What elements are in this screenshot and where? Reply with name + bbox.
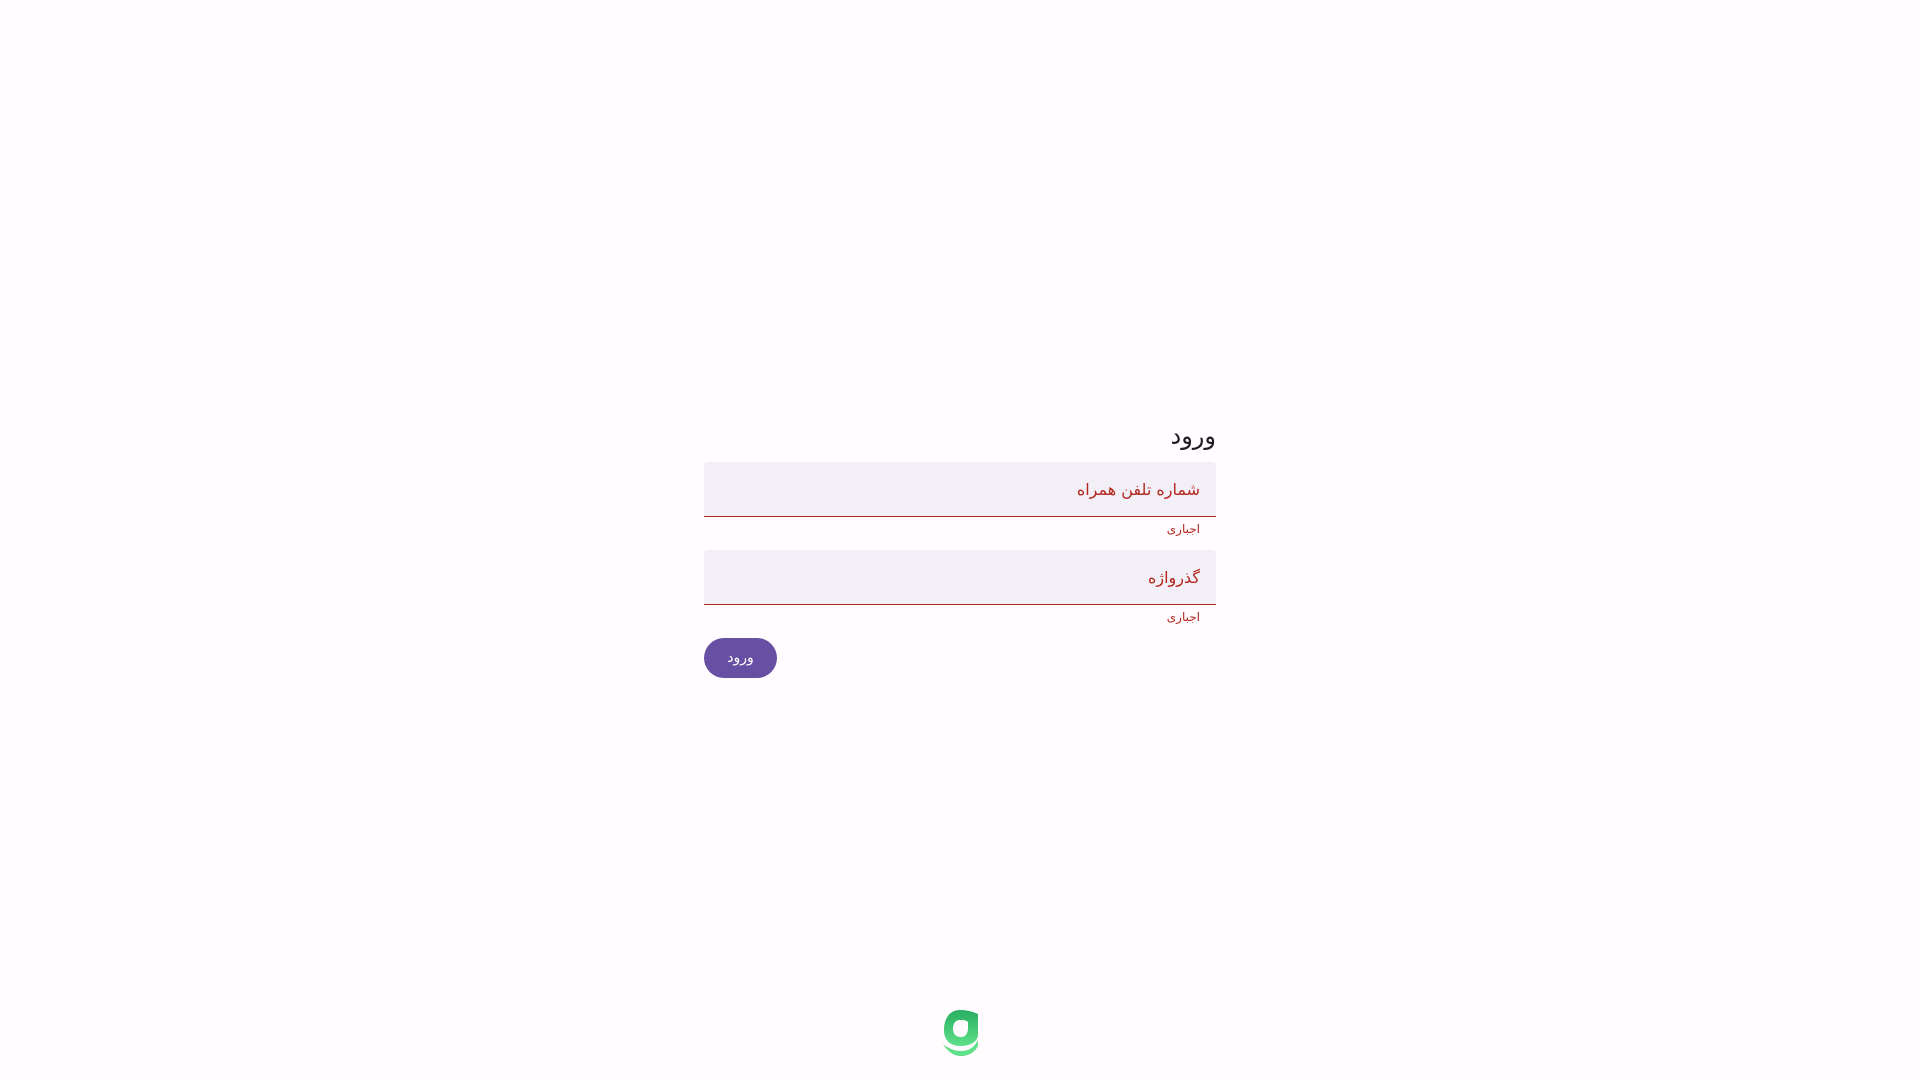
password-field: اجباری: [704, 550, 1216, 638]
phone-input[interactable]: [720, 462, 1200, 516]
brand-logo-graphic: [943, 1010, 978, 1056]
page-title: ورود: [1170, 422, 1216, 450]
password-field-box[interactable]: [704, 550, 1216, 605]
login-page: ورود اجباری اجباری ورود: [0, 0, 1920, 1080]
phone-field-box[interactable]: [704, 462, 1216, 517]
phone-helper-text: اجباری: [1166, 522, 1200, 536]
password-input[interactable]: [720, 550, 1200, 604]
phone-field: اجباری: [704, 462, 1216, 550]
login-form: ورود اجباری اجباری ورود: [704, 414, 1216, 678]
login-button[interactable]: ورود: [704, 638, 777, 678]
brand-logo-icon: [940, 1008, 980, 1058]
password-helper-text: اجباری: [1166, 610, 1200, 624]
